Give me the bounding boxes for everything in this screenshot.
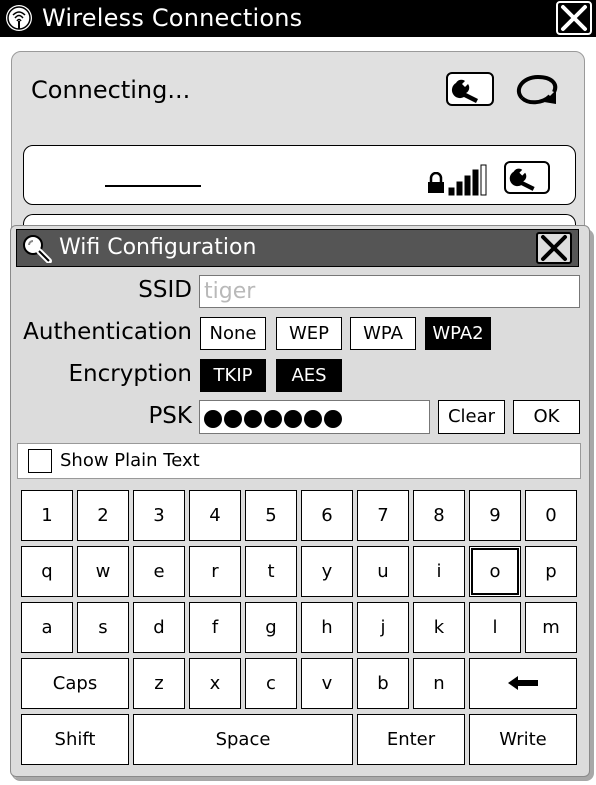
psk-mask-dot (204, 410, 222, 428)
key-t[interactable]: t (245, 546, 297, 597)
window-title: Wireless Connections (42, 4, 303, 32)
key-8[interactable]: 8 (413, 490, 465, 541)
key-caps[interactable]: Caps (21, 658, 129, 709)
key-q[interactable]: q (21, 546, 73, 597)
encryption-label: Encryption (68, 361, 192, 387)
key-shift[interactable]: Shift (21, 714, 129, 765)
key-a[interactable]: a (21, 602, 73, 653)
lock-icon (428, 172, 444, 193)
wrench-icon (451, 79, 485, 103)
network-list-item[interactable] (23, 145, 576, 205)
title-bar: Wireless Connections (0, 0, 596, 37)
key-l[interactable]: l (469, 602, 521, 653)
backspace-arrow-icon (508, 676, 538, 690)
wifi-configuration-dialog: Wifi Configuration SSID tiger Authentica… (10, 225, 596, 785)
key-4[interactable]: 4 (189, 490, 241, 541)
key-e[interactable]: e (133, 546, 185, 597)
key-z[interactable]: z (133, 658, 185, 709)
key-g[interactable]: g (245, 602, 297, 653)
settings-button[interactable] (446, 72, 494, 106)
key-u[interactable]: u (357, 546, 409, 597)
psk-mask-dot (324, 410, 342, 428)
key-9[interactable]: 9 (469, 490, 521, 541)
key-0[interactable]: 0 (525, 490, 577, 541)
dialog-body: Wifi Configuration SSID tiger Authentica… (10, 225, 590, 777)
key-h[interactable]: h (301, 602, 353, 653)
close-icon (541, 235, 567, 261)
key-b[interactable]: b (357, 658, 409, 709)
key-d[interactable]: d (133, 602, 185, 653)
wrench-icon (509, 168, 541, 191)
ssid-input[interactable]: tiger (199, 275, 580, 308)
key-f[interactable]: f (189, 602, 241, 653)
psk-label: PSK (148, 403, 192, 429)
psk-mask-dot (264, 410, 282, 428)
psk-mask-dot (224, 410, 242, 428)
psk-mask-dot (284, 410, 302, 428)
key-5[interactable]: 5 (245, 490, 297, 541)
key-3[interactable]: 3 (133, 490, 185, 541)
key-c[interactable]: c (245, 658, 297, 709)
key-6[interactable]: 6 (301, 490, 353, 541)
key-y[interactable]: y (301, 546, 353, 597)
key-r[interactable]: r (189, 546, 241, 597)
clear-button[interactable]: Clear (438, 400, 505, 434)
key-m[interactable]: m (525, 602, 577, 653)
key-j[interactable]: j (357, 602, 409, 653)
authentication-label: Authentication (23, 319, 192, 345)
key-p[interactable]: p (525, 546, 577, 597)
ssid-label: SSID (138, 277, 192, 303)
psk-mask-dot (244, 410, 262, 428)
search-icon (23, 235, 52, 263)
dialog-title: Wifi Configuration (59, 235, 257, 260)
show-plain-text-checkbox[interactable] (28, 449, 52, 473)
key-write[interactable]: Write (469, 714, 577, 765)
key-o[interactable]: o (469, 546, 521, 597)
psk-masked-value (204, 405, 342, 429)
key-1[interactable]: 1 (21, 490, 73, 541)
auth-option-none[interactable]: None (200, 317, 266, 350)
refresh-icon[interactable] (512, 72, 564, 108)
key-backspace[interactable] (469, 658, 577, 709)
key-v[interactable]: v (301, 658, 353, 709)
ok-button[interactable]: OK (513, 400, 580, 434)
encryption-option-tkip[interactable]: TKIP (200, 359, 266, 392)
show-plain-text-label: Show Plain Text (60, 450, 200, 471)
auth-option-wpa2[interactable]: WPA2 (425, 317, 491, 350)
key-7[interactable]: 7 (357, 490, 409, 541)
network-settings-button[interactable] (504, 161, 550, 194)
key-i[interactable]: i (413, 546, 465, 597)
network-ssid-placeholder (105, 185, 201, 187)
encryption-option-aes[interactable]: AES (276, 359, 342, 392)
auth-option-wpa[interactable]: WPA (350, 317, 416, 350)
key-x[interactable]: x (189, 658, 241, 709)
dialog-title-bar: Wifi Configuration (16, 229, 579, 267)
key-enter[interactable]: Enter (357, 714, 465, 765)
key-2[interactable]: 2 (77, 490, 129, 541)
key-k[interactable]: k (413, 602, 465, 653)
psk-input[interactable] (199, 400, 430, 434)
auth-option-wep[interactable]: WEP (276, 317, 342, 350)
key-space[interactable]: Space (133, 714, 353, 765)
close-icon (561, 5, 587, 31)
connection-status: Connecting... (31, 76, 191, 104)
key-w[interactable]: w (77, 546, 129, 597)
key-n[interactable]: n (413, 658, 465, 709)
close-dialog-button[interactable] (536, 232, 572, 264)
wifi-app-icon (6, 5, 32, 31)
psk-mask-dot (304, 410, 322, 428)
signal-strength-icon (448, 164, 487, 196)
show-plain-text-row[interactable]: Show Plain Text (17, 443, 581, 479)
close-window-button[interactable] (556, 1, 592, 35)
key-s[interactable]: s (77, 602, 129, 653)
